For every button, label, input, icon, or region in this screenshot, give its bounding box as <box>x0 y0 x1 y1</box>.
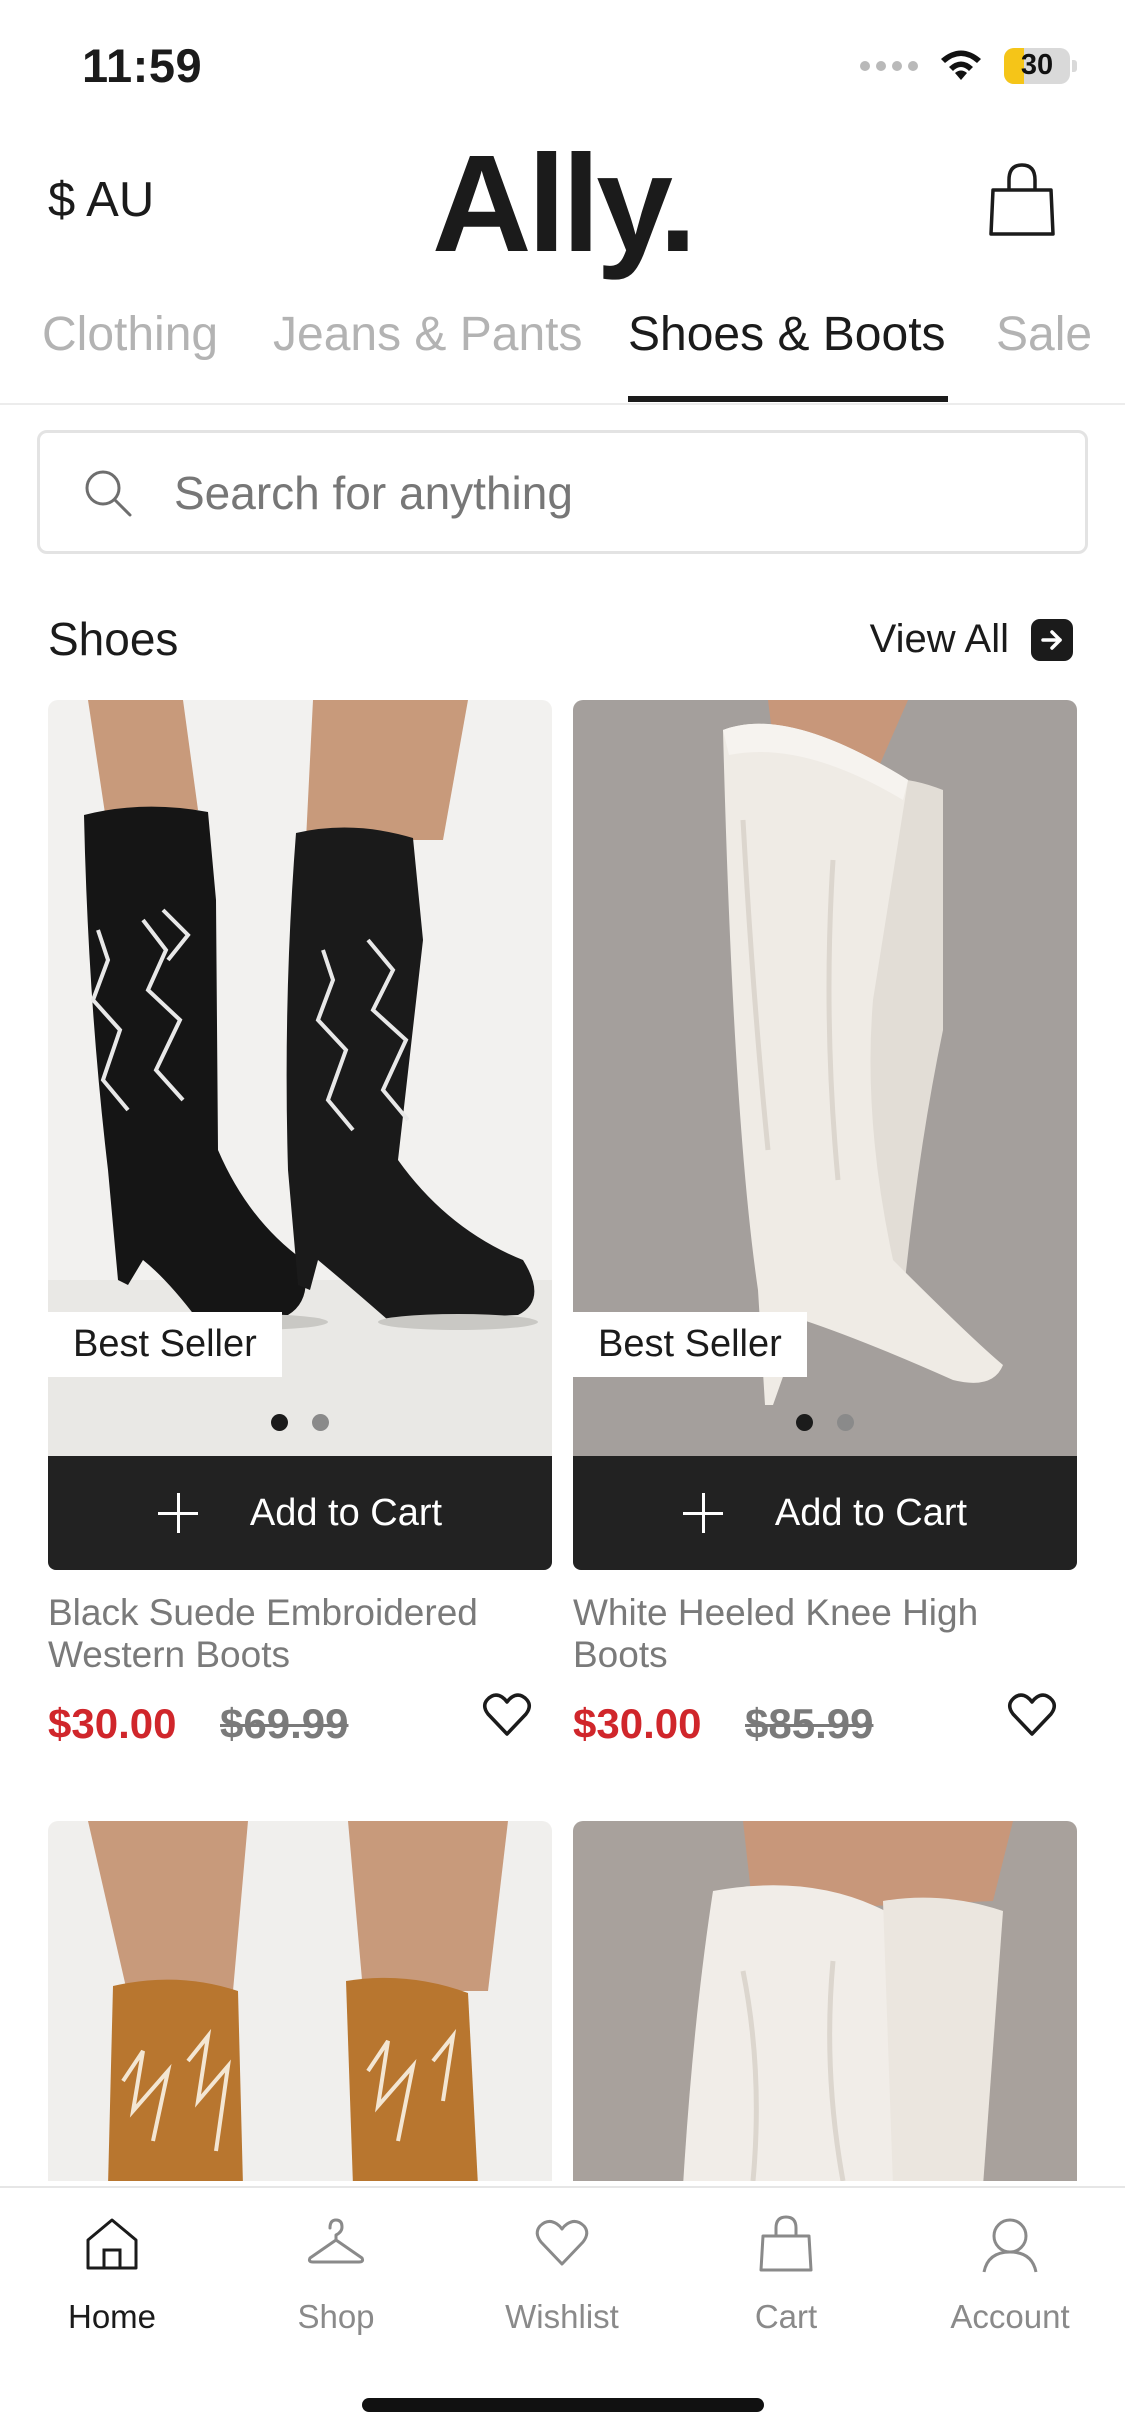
sale-price: $30.00 <box>573 1700 702 1747</box>
active-tab-indicator <box>628 396 948 402</box>
price-row: $30.00 $85.99 <box>573 1693 1077 1760</box>
nav-label: Shop <box>297 2298 375 2335</box>
best-seller-badge: Best Seller <box>48 1312 282 1377</box>
wifi-icon <box>941 50 981 80</box>
image-carousel-dots[interactable] <box>573 1414 1077 1431</box>
battery-icon: 30 <box>1004 48 1070 84</box>
user-icon <box>982 2218 1038 2273</box>
product-image[interactable] <box>48 1821 552 2181</box>
nav-home[interactable]: Home <box>22 2214 202 2336</box>
section-title: Shoes <box>48 613 179 665</box>
tab-clothing[interactable]: Clothing <box>42 307 218 362</box>
product-name[interactable]: Black Suede Embroidered Western Boots <box>48 1592 508 1676</box>
home-indicator[interactable] <box>362 2398 764 2412</box>
image-carousel-dots[interactable] <box>48 1414 552 1431</box>
plus-icon <box>157 1493 198 1533</box>
view-all-link[interactable]: View All <box>870 617 1073 662</box>
heart-icon <box>535 2219 589 2266</box>
status-time: 11:59 <box>82 39 203 92</box>
nav-label: Wishlist <box>505 2298 619 2335</box>
sale-price: $30.00 <box>48 1700 177 1747</box>
hanger-icon <box>307 2218 365 2264</box>
home-icon <box>86 2218 138 2270</box>
original-price: $69.99 <box>220 1700 349 1747</box>
tab-jeans-pants[interactable]: Jeans & Pants <box>273 307 583 362</box>
status-icons: 30 <box>860 48 1077 84</box>
add-to-cart-button[interactable]: Add to Cart <box>573 1456 1077 1570</box>
add-to-cart-label: Add to Cart <box>774 1491 968 1534</box>
heart-icon[interactable] <box>482 1692 532 1738</box>
status-bar: 11:59 30 <box>0 0 1125 135</box>
product-name[interactable]: White Heeled Knee High Boots <box>573 1592 1033 1676</box>
cellular-signal-icon <box>860 61 918 71</box>
product-card[interactable]: Best Seller Add to Cart White Heeled Kne… <box>573 700 1077 1760</box>
add-to-cart-label: Add to Cart <box>249 1491 443 1534</box>
heart-icon[interactable] <box>1007 1692 1057 1738</box>
nav-account[interactable]: Account <box>920 2214 1100 2336</box>
category-tabs: Clothing Jeans & Pants Shoes & Boots Sal… <box>0 295 1125 405</box>
search-input[interactable] <box>174 460 1054 526</box>
price-row: $30.00 $69.99 <box>48 1693 552 1760</box>
shopping-bag-icon[interactable] <box>987 160 1057 238</box>
arrow-right-icon <box>1031 618 1073 661</box>
product-image[interactable] <box>573 1821 1077 2181</box>
search-icon <box>85 470 132 517</box>
original-price: $85.99 <box>745 1700 874 1747</box>
nav-shop[interactable]: Shop <box>246 2214 426 2336</box>
nav-wishlist[interactable]: Wishlist <box>472 2214 652 2336</box>
plus-icon <box>682 1493 723 1533</box>
shopping-bag-icon <box>759 2215 813 2272</box>
nav-label: Home <box>67 2298 157 2335</box>
search-bar[interactable] <box>37 430 1088 554</box>
product-card[interactable]: Best Seller Add to Cart Black Suede Embr… <box>48 700 552 1760</box>
nav-label: Cart <box>754 2298 818 2335</box>
app-header: $ AU Ally. <box>0 127 1125 281</box>
brand-logo[interactable]: Ally. <box>0 125 1125 284</box>
nav-cart[interactable]: Cart <box>696 2214 876 2336</box>
view-all-label: View All <box>869 617 1009 661</box>
tab-sale[interactable]: Sale <box>996 307 1092 362</box>
tab-shoes-boots[interactable]: Shoes & Boots <box>628 307 946 362</box>
add-to-cart-button[interactable]: Add to Cart <box>48 1456 552 1570</box>
battery-level: 30 <box>1020 49 1054 81</box>
best-seller-badge: Best Seller <box>573 1312 807 1377</box>
nav-label: Account <box>950 2298 1070 2335</box>
